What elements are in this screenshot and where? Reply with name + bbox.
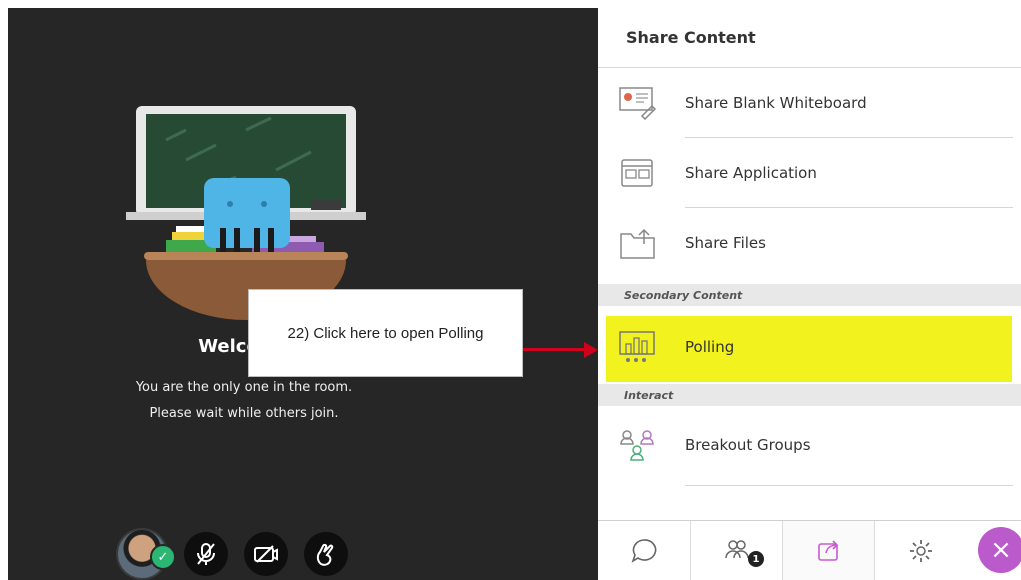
polling-label: Polling <box>685 338 735 356</box>
settings-tab[interactable] <box>874 521 967 580</box>
close-panel-button[interactable]: × <box>978 527 1021 573</box>
alone-message: You are the only one in the room. <box>135 380 353 395</box>
wait-message: Please wait while others join. <box>149 406 339 421</box>
chat-tab[interactable] <box>598 521 690 580</box>
attendees-count-badge: 1 <box>748 551 764 567</box>
share-application-item[interactable]: Share Application <box>598 138 1021 208</box>
polling-item[interactable]: Polling <box>598 312 1021 382</box>
share-application-label: Share Application <box>685 164 817 182</box>
share-icon <box>818 539 839 561</box>
share-whiteboard-label: Share Blank Whiteboard <box>685 94 867 112</box>
chat-icon <box>631 538 657 563</box>
whiteboard-icon <box>619 87 657 120</box>
share-content-panel: Share Content Share Blank Whiteboard Sha… <box>598 8 1021 580</box>
callout-text: 22) Click here to open Polling <box>287 324 484 342</box>
attendees-tab[interactable] <box>690 521 783 580</box>
share-content-tab[interactable] <box>782 521 875 580</box>
breakout-groups-item[interactable]: Breakout Groups <box>598 410 1021 486</box>
share-whiteboard-item[interactable]: Share Blank Whiteboard <box>598 68 1021 138</box>
divider <box>685 485 1013 486</box>
polling-icon <box>619 331 655 362</box>
raise-hand-icon <box>316 543 334 566</box>
raise-hand-button[interactable] <box>304 532 348 576</box>
camera-off-button[interactable] <box>244 532 288 576</box>
panel-title: Share Content <box>626 28 756 47</box>
share-files-label: Share Files <box>685 234 766 252</box>
online-check-icon: ✓ <box>150 544 176 570</box>
collab-tab-bar: 1 × <box>598 520 1021 580</box>
panel-header: Share Content <box>598 8 1021 68</box>
instruction-callout: 22) Click here to open Polling <box>248 289 523 377</box>
camera-off-icon <box>254 545 278 563</box>
breakout-groups-label: Breakout Groups <box>685 436 811 454</box>
callout-arrow <box>523 348 585 351</box>
interact-header: Interact <box>598 384 1021 406</box>
files-icon <box>620 228 655 259</box>
share-files-item[interactable]: Share Files <box>598 208 1021 278</box>
secondary-content-header: Secondary Content <box>598 284 1021 306</box>
gear-icon <box>910 539 932 562</box>
breakout-icon <box>620 430 654 461</box>
arrow-head-icon <box>584 342 598 358</box>
microphone-off-button[interactable] <box>184 532 228 576</box>
microphone-off-icon <box>197 543 215 565</box>
classroom-illustration <box>126 106 366 320</box>
application-icon <box>621 159 653 187</box>
